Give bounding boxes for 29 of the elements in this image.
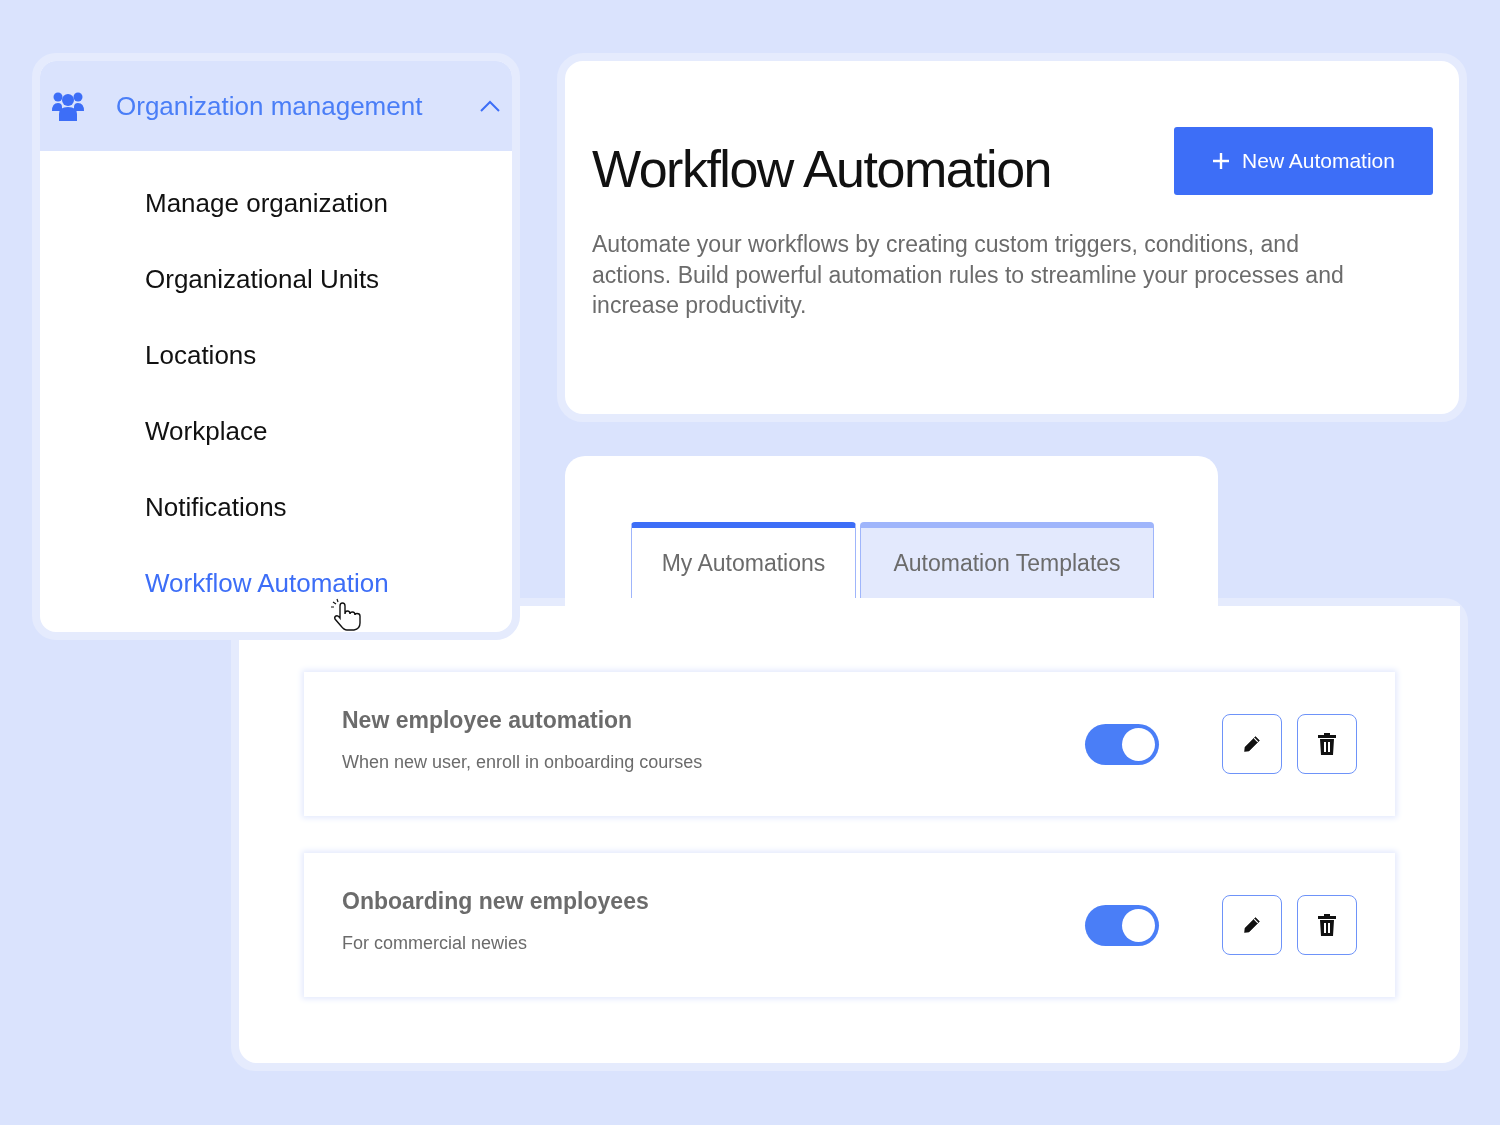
new-automation-button[interactable]: New Automation bbox=[1174, 127, 1433, 195]
automation-description: When new user, enroll in onboarding courses bbox=[342, 752, 704, 773]
toggle-switch[interactable] bbox=[1085, 723, 1159, 765]
trash-icon bbox=[1318, 914, 1336, 936]
edit-button[interactable] bbox=[1222, 714, 1282, 774]
edit-button[interactable] bbox=[1222, 895, 1282, 955]
tab[interactable]: My Automations bbox=[631, 522, 856, 598]
delete-button[interactable] bbox=[1297, 895, 1357, 955]
menu-item[interactable]: Notifications bbox=[145, 469, 287, 545]
pencil-icon bbox=[1242, 734, 1262, 754]
menu-item[interactable]: Workflow Automation bbox=[145, 545, 389, 621]
menu-item[interactable]: Organizational Units bbox=[145, 241, 380, 317]
chevron-up-icon bbox=[480, 100, 500, 112]
tab[interactable]: Automation Templates bbox=[860, 522, 1154, 598]
people-icon bbox=[52, 91, 84, 121]
pencil-icon bbox=[1242, 915, 1262, 935]
page-description: Automate your workflows by creating custom triggers, conditions, and actions. Build powerful automation rules to streamline your processes and increase productivity. bbox=[592, 230, 1345, 320]
plus-icon bbox=[1212, 152, 1231, 170]
automation-description: For commercial newies bbox=[342, 933, 529, 954]
menu-item[interactable]: Locations bbox=[145, 317, 257, 393]
toggle-switch[interactable] bbox=[1085, 904, 1159, 946]
automation-name: Onboarding new employees bbox=[342, 888, 650, 915]
page-title: Workflow Automation bbox=[592, 139, 1051, 199]
hand-cursor-icon bbox=[330, 598, 364, 632]
delete-button[interactable] bbox=[1297, 714, 1357, 774]
menu-item[interactable]: Workplace bbox=[145, 393, 268, 469]
trash-icon bbox=[1318, 733, 1336, 755]
automation-name: New employee automation bbox=[342, 707, 634, 734]
menu-item[interactable]: Manage organization bbox=[145, 165, 388, 241]
